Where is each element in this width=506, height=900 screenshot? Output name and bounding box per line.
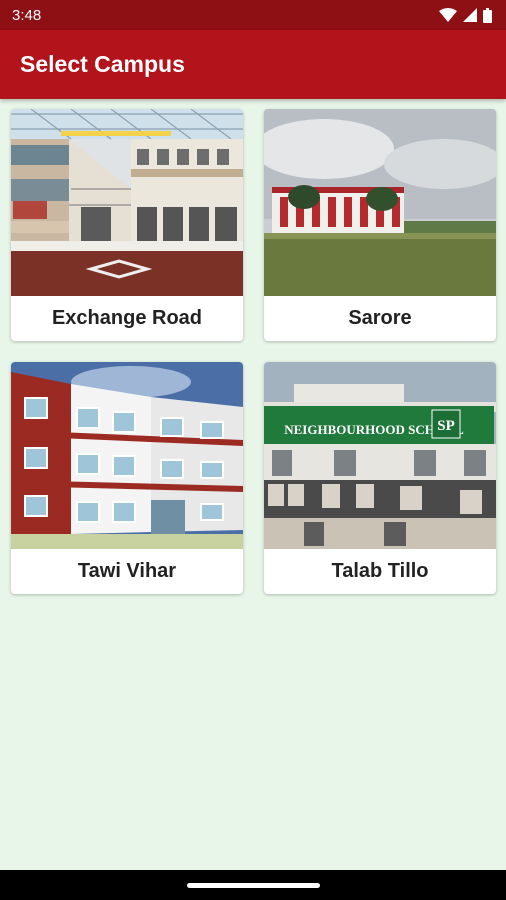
wifi-icon	[439, 8, 457, 22]
campus-name: Exchange Road	[51, 307, 203, 329]
campus-card-tawi-vihar[interactable]: Tawi Vihar	[11, 362, 243, 594]
campus-card-talab-tillo[interactable]: NEIGHBOURHOOD SCHOOL SP Talab Tillo	[264, 362, 496, 594]
home-gesture-handle[interactable]	[187, 883, 320, 888]
status-bar: 3:48	[0, 0, 506, 30]
campus-image-talab-tillo: NEIGHBOURHOOD SCHOOL SP	[264, 362, 496, 549]
status-icons	[439, 7, 492, 23]
status-time: 3:48	[12, 6, 42, 24]
campus-image-tawi-vihar	[11, 362, 243, 549]
campus-card-sarore[interactable]: Sarore	[264, 109, 496, 341]
campus-name: Sarore	[348, 307, 412, 329]
navigation-bar	[0, 870, 506, 900]
campus-card-exchange-road[interactable]: Exchange Road	[11, 109, 243, 341]
battery-icon	[483, 7, 492, 23]
school-logo-text: SP	[437, 418, 455, 434]
campus-name: Tawi Vihar	[77, 560, 177, 582]
app-bar: Select Campus	[0, 30, 506, 99]
signal-icon	[463, 8, 477, 22]
campus-name: Talab Tillo	[331, 560, 429, 582]
campus-image-sarore	[264, 109, 496, 296]
campus-image-exchange-road	[11, 109, 243, 296]
page-title: Select Campus	[20, 51, 185, 77]
